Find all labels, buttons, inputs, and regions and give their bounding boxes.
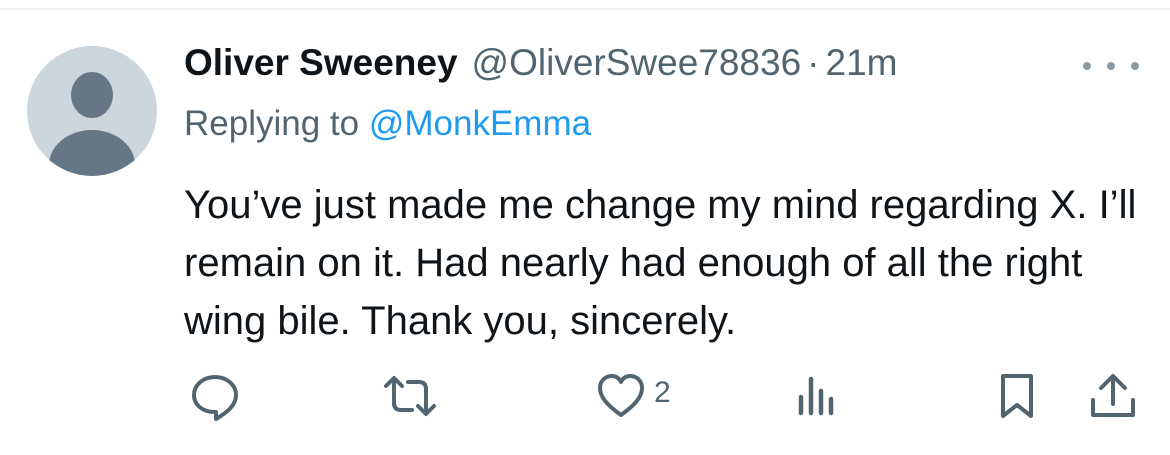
tweet-header: Oliver Sweeney @OliverSwee78836 · 21m (184, 42, 897, 90)
reply-icon[interactable] (189, 371, 241, 423)
author-handle[interactable]: @OliverSwee78836 (472, 42, 802, 84)
author-name[interactable]: Oliver Sweeney (184, 42, 458, 84)
separator-dot: · (807, 42, 820, 83)
more-dot (1107, 62, 1115, 70)
retweet-icon[interactable] (380, 373, 440, 419)
more-dot (1083, 62, 1091, 70)
more-options-button[interactable] (1083, 58, 1139, 74)
timestamp[interactable]: 21m (826, 42, 898, 84)
bookmark-icon[interactable] (998, 372, 1036, 420)
avatar-head (71, 72, 113, 118)
tweet-text: You’ve just made me change my mind regar… (184, 183, 1137, 343)
more-dot (1131, 62, 1139, 70)
replying-to-line: Replying to @MonkEmma (184, 104, 591, 144)
avatar-shoulders (49, 130, 135, 176)
like-count[interactable]: 2 (654, 376, 671, 410)
analytics-icon[interactable] (796, 373, 836, 417)
avatar[interactable] (27, 46, 157, 176)
replying-to-label: Replying to (184, 104, 369, 143)
share-icon[interactable] (1088, 372, 1138, 420)
replying-to-mention[interactable]: @MonkEmma (369, 104, 591, 143)
top-divider (0, 8, 1170, 10)
heart-icon[interactable] (596, 372, 646, 420)
